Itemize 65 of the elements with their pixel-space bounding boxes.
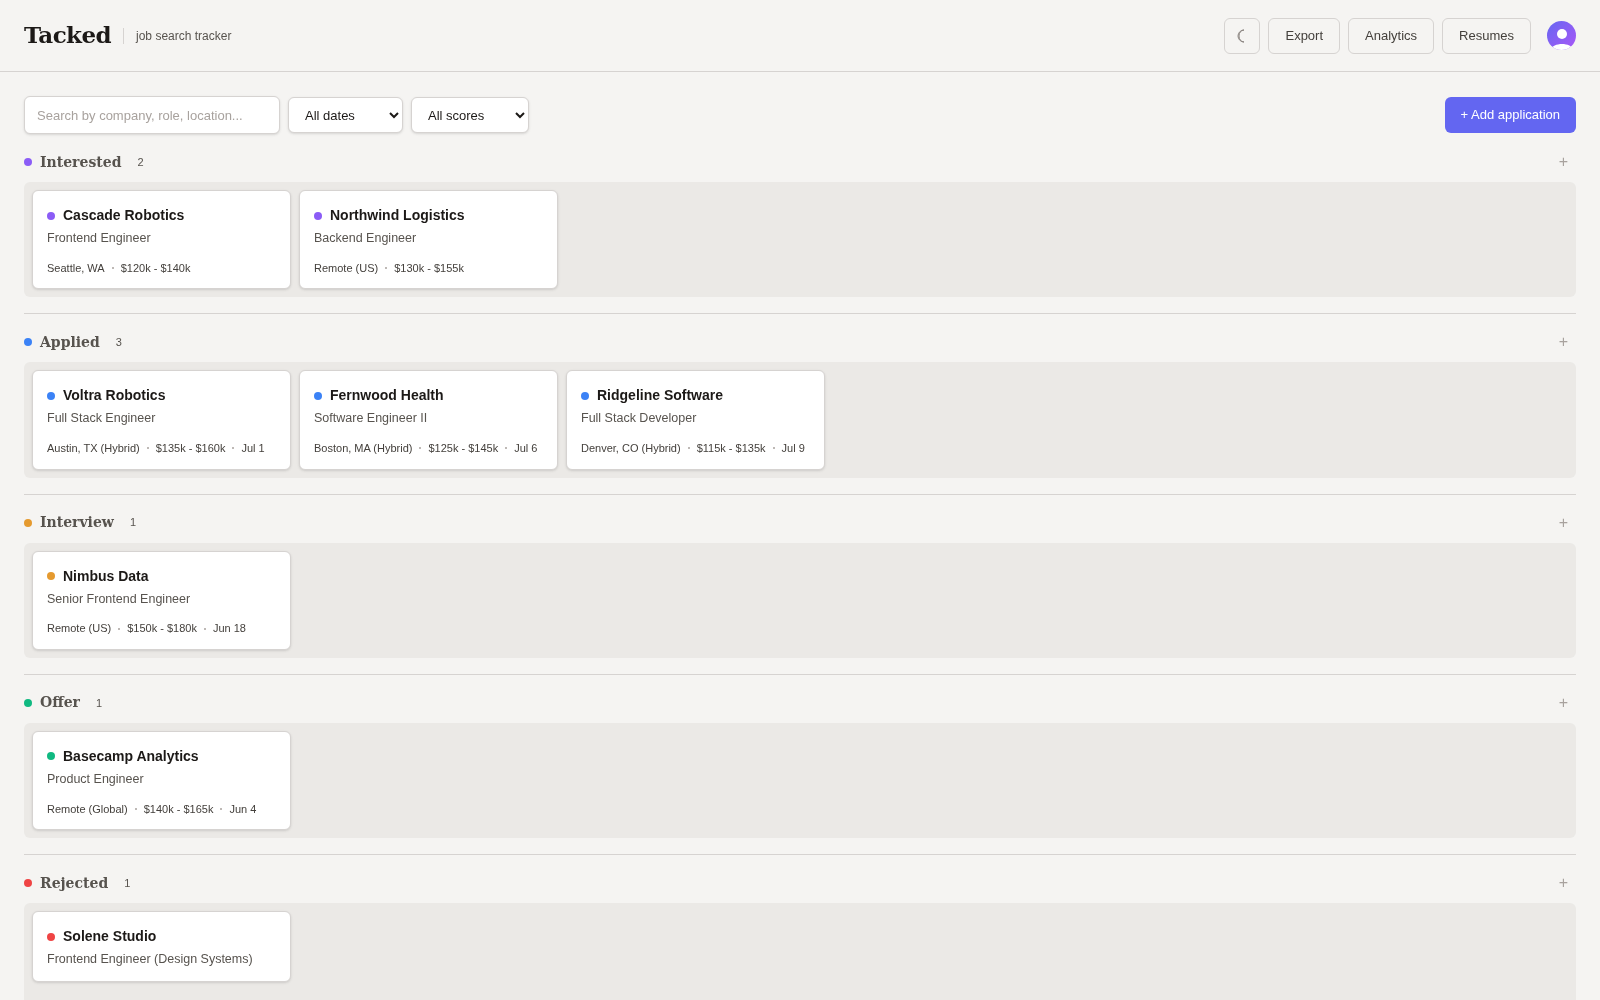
job-role: Product Engineer	[47, 770, 145, 788]
add-application-button[interactable]: + Add application	[1444, 97, 1576, 133]
job-role: Senior Frontend Engineer	[47, 590, 192, 608]
company-name: Cascade Robotics	[63, 206, 185, 225]
company-name: Nimbus Data	[63, 566, 149, 586]
card-detail: Jul 1	[241, 441, 265, 456]
column-count: 1	[96, 695, 103, 711]
column-title: Interested	[40, 152, 122, 172]
application-card[interactable]: Voltra Robotics Full Stack Engineer Austin, TX (Hybrid) $135k - $160k Jul 1	[32, 370, 291, 470]
application-card[interactable]: Cascade Robotics Frontend Engineer Seattle, WA $120k - $140k	[32, 190, 291, 290]
column-title: Rejected	[40, 873, 109, 893]
company-name: Northwind Logistics	[330, 206, 465, 225]
column-title: Applied	[40, 332, 100, 352]
header-button[interactable]: Analytics	[1348, 17, 1435, 54]
card-detail: $135k - $160k	[155, 441, 226, 456]
card-detail: Seattle, WA	[47, 260, 105, 276]
app-title: Tacked	[24, 20, 112, 51]
job-role: Full Stack Engineer	[47, 410, 157, 428]
application-card[interactable]: Solene Studio Frontend Engineer (Design Systems)	[32, 911, 291, 982]
company-name: Solene Studio	[63, 927, 157, 946]
card-detail: Remote (US)	[314, 260, 379, 276]
card-detail: Boston, MA (Hybrid)	[314, 441, 413, 456]
job-role: Software Engineer II	[314, 410, 429, 428]
filter-dropdown[interactable]: All dates	[288, 97, 403, 133]
card-detail: $140k - $165k	[143, 801, 214, 817]
card-detail: Remote (Global)	[47, 801, 128, 817]
card-detail: Jun 4	[229, 801, 257, 817]
job-role: Frontend Engineer	[47, 230, 152, 247]
column-title: Offer	[40, 693, 80, 713]
company-name: Fernwood Health	[330, 386, 444, 406]
card-detail: Austin, TX (Hybrid)	[47, 441, 140, 456]
user-icon	[1550, 26, 1573, 50]
dark-mode-toggle[interactable]	[1224, 17, 1261, 54]
column-count: 3	[115, 335, 122, 350]
application-card[interactable]: Fernwood Health Software Engineer II Boston, MA (Hybrid) $125k - $145k Jul 6	[299, 370, 558, 470]
application-card[interactable]: Northwind Logistics Backend Engineer Remote (US) $130k - $155k	[299, 190, 558, 290]
app-subtitle: job search tracker	[136, 27, 232, 45]
card-detail: $115k - $135k	[696, 441, 766, 456]
card-detail: Jul 6	[514, 441, 538, 456]
job-role: Frontend Engineer (Design Systems)	[47, 951, 254, 968]
avatar-button[interactable]	[1547, 21, 1576, 50]
card-detail: $130k - $155k	[394, 260, 464, 276]
card-detail: Denver, CO (Hybrid)	[581, 441, 681, 456]
header-button[interactable]: Export	[1268, 17, 1341, 54]
search-field[interactable]: Search by company, role, location...	[24, 96, 280, 134]
column-count: 1	[129, 515, 136, 531]
application-card[interactable]: Ridgeline Software Full Stack Developer Denver, CO (Hybrid) $115k - $135k Jul 9	[566, 370, 825, 470]
header-button[interactable]: Resumes	[1442, 17, 1531, 54]
company-name: Voltra Robotics	[63, 386, 166, 406]
filter-dropdown[interactable]: All scores	[411, 97, 529, 133]
job-role: Backend Engineer	[314, 230, 418, 247]
application-card[interactable]: Nimbus Data Senior Frontend Engineer Remote (US) $150k - $180k Jun 18	[32, 550, 291, 650]
card-detail: $125k - $145k	[428, 441, 499, 456]
column-count: 1	[124, 875, 131, 891]
column-count: 2	[137, 154, 144, 170]
card-detail: Jun 18	[212, 621, 246, 637]
card-detail: Jul 9	[781, 441, 805, 456]
card-detail: $150k - $180k	[127, 621, 197, 637]
column-title: Interview	[40, 513, 114, 532]
company-name: Ridgeline Software	[597, 386, 724, 406]
application-card[interactable]: Basecamp Analytics Product Engineer Remote (Global) $140k - $165k Jun 4	[32, 730, 291, 830]
card-detail: $120k - $140k	[120, 260, 191, 276]
company-name: Basecamp Analytics	[63, 746, 199, 766]
card-detail: Remote (US)	[47, 621, 112, 637]
job-role: Full Stack Developer	[581, 410, 698, 428]
